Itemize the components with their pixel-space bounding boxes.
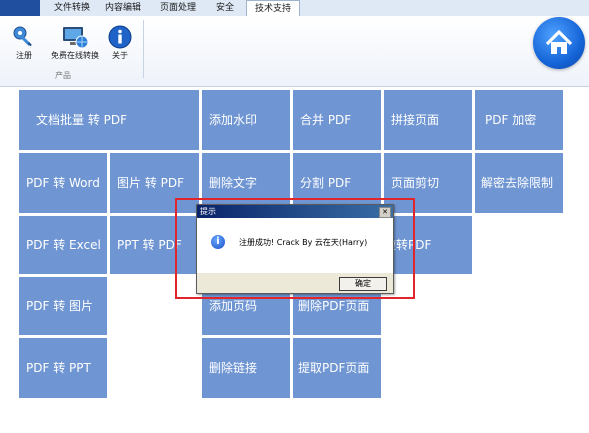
tab-content-edit[interactable]: 内容编辑 (100, 0, 146, 16)
tile-pdf-to-word[interactable]: PDF 转 Word (19, 153, 107, 213)
dialog-message: 注册成功! Crack By 云在天(Harry) (239, 238, 368, 247)
ribbon-tab-bar: 文件转换 内容编辑 页面处理 安全 技术支持 (0, 0, 589, 17)
dialog-ok-button[interactable]: 确定 (339, 277, 387, 291)
info-icon (108, 25, 132, 49)
home-button[interactable] (533, 17, 585, 69)
tile-pdf-to-image[interactable]: PDF 转 图片 (19, 277, 107, 335)
dialog-title: 提示 (197, 205, 393, 218)
dialog-body: i 注册成功! Crack By 云在天(Harry) 确定 (197, 218, 393, 293)
ribbon-group-label: 产品 (55, 71, 71, 80)
tab-security[interactable]: 安全 (211, 0, 239, 16)
dialog-footer: 确定 (197, 273, 393, 293)
tile-decrypt-remove-limits[interactable]: 解密去除限制 (475, 153, 563, 213)
home-icon (545, 30, 573, 54)
tile-splice-pages[interactable]: 拼接页面 (384, 90, 472, 150)
key-icon (13, 26, 32, 47)
tab-tech-support[interactable]: 技术支持 (246, 0, 300, 17)
online-convert-button[interactable]: 免费在线转换 (46, 24, 104, 61)
tile-batch-to-pdf[interactable]: 文档批量 转 PDF (19, 90, 199, 150)
tile-delete-links[interactable]: 删除链接 (202, 338, 290, 398)
online-convert-icon (63, 27, 89, 49)
about-button[interactable]: 关于 (106, 24, 134, 61)
tile-merge-pdf[interactable]: 合并 PDF (293, 90, 381, 150)
register-button[interactable]: 注册 (8, 24, 40, 61)
tab-page-process[interactable]: 页面处理 (155, 0, 201, 16)
ribbon-panel: 注册 免费在线转换 关于 产品 (0, 16, 589, 87)
register-label: 注册 (16, 51, 32, 60)
online-convert-label: 免费在线转换 (51, 51, 99, 60)
file-menu-tab[interactable] (0, 0, 40, 16)
tile-pdf-encrypt[interactable]: PDF 加密 (475, 90, 563, 150)
dialog-close-button[interactable]: ✕ (379, 207, 391, 218)
dialog-info-icon: i (211, 235, 225, 249)
tab-file-convert[interactable]: 文件转换 (52, 0, 92, 16)
tile-extract-pdf-pages[interactable]: 提取PDF页面 (293, 338, 381, 398)
registration-dialog: 提示 ✕ i 注册成功! Crack By 云在天(Harry) 确定 (196, 204, 394, 294)
tile-pdf-to-excel[interactable]: PDF 转 Excel (19, 216, 107, 274)
tile-add-watermark[interactable]: 添加水印 (202, 90, 290, 150)
about-label: 关于 (112, 51, 128, 60)
ribbon-group-divider (143, 20, 144, 78)
tile-pdf-to-ppt[interactable]: PDF 转 PPT (19, 338, 107, 398)
